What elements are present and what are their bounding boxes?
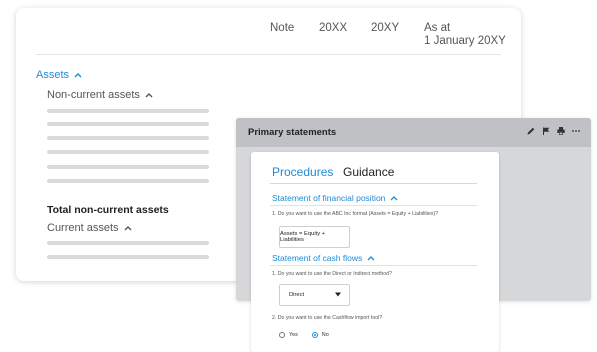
chevron-up-icon (74, 73, 82, 78)
current-assets-label: Current assets (47, 222, 119, 234)
non-current-assets-label: Non-current assets (47, 89, 140, 101)
chevron-up-icon (145, 93, 153, 98)
placeholder-row (47, 122, 209, 126)
column-header-as-at: As at 1 January 20XY (424, 22, 506, 48)
question-import-tool: 2. Do you want to use the Cashflow impor… (272, 315, 383, 321)
assets-section-toggle[interactable]: Assets (36, 69, 83, 81)
method-select-value: Direct (289, 292, 305, 298)
panel-title: Primary statements (248, 127, 337, 138)
caret-down-icon (335, 292, 341, 297)
radio-no[interactable] (311, 332, 318, 338)
question-format: 1. Do you want to use the ABC Inc format… (272, 211, 439, 217)
column-header-note: Note (270, 22, 295, 34)
chevron-up-icon (390, 196, 398, 201)
current-assets-toggle[interactable]: Current assets (47, 222, 133, 234)
tab-procedures[interactable]: Procedures (272, 165, 333, 179)
chevron-up-icon (367, 256, 375, 261)
placeholder-row (47, 179, 209, 183)
placeholder-row (47, 165, 209, 169)
radio-no-label: No (321, 332, 329, 338)
as-at-line-2: 1 January 20XY (424, 35, 506, 47)
cash-flows-section-toggle[interactable]: Statement of cash flows (272, 253, 376, 263)
question-method: 1. Do you want to use the Direct or Indi… (272, 271, 392, 277)
print-icon[interactable] (556, 126, 566, 136)
more-icon[interactable] (571, 126, 581, 136)
cash-flows-label: Statement of cash flows (272, 253, 363, 263)
section-divider (270, 205, 477, 206)
panel-toolbar (526, 126, 581, 136)
method-select[interactable]: Direct (279, 284, 350, 306)
assets-label: Assets (36, 69, 70, 81)
placeholder-row (47, 150, 209, 154)
radio-yes[interactable] (279, 332, 285, 338)
placeholder-row (47, 109, 209, 113)
flag-icon[interactable] (541, 126, 551, 136)
chevron-up-icon (124, 226, 132, 231)
tab-guidance[interactable]: Guidance (343, 165, 394, 179)
total-non-current-assets-label: Total non-current assets (47, 204, 169, 216)
financial-position-section-toggle[interactable]: Statement of financial position (272, 193, 399, 203)
non-current-assets-toggle[interactable]: Non-current assets (47, 89, 154, 101)
tab-divider (270, 183, 477, 184)
placeholder-row (47, 241, 209, 245)
column-header-20xx: 20XX (319, 22, 348, 34)
procedures-sheet: Procedures Guidance Statement of financi… (251, 152, 499, 352)
placeholder-row (47, 255, 209, 259)
column-header-20xy: 20XY (371, 22, 400, 34)
placeholder-row (47, 136, 209, 140)
pencil-icon[interactable] (526, 126, 536, 136)
format-option-label: Assets = Equity + Liabilities (280, 231, 326, 243)
import-tool-radio-group: Yes No (279, 332, 329, 338)
panel-header: Primary statements (236, 118, 591, 147)
header-divider (36, 54, 501, 55)
financial-position-label: Statement of financial position (272, 193, 386, 203)
as-at-line-1: As at (424, 22, 451, 34)
format-option-button[interactable]: Assets = Equity + Liabilities (279, 226, 350, 248)
section-divider (270, 265, 477, 266)
radio-yes-label: Yes (289, 332, 298, 338)
